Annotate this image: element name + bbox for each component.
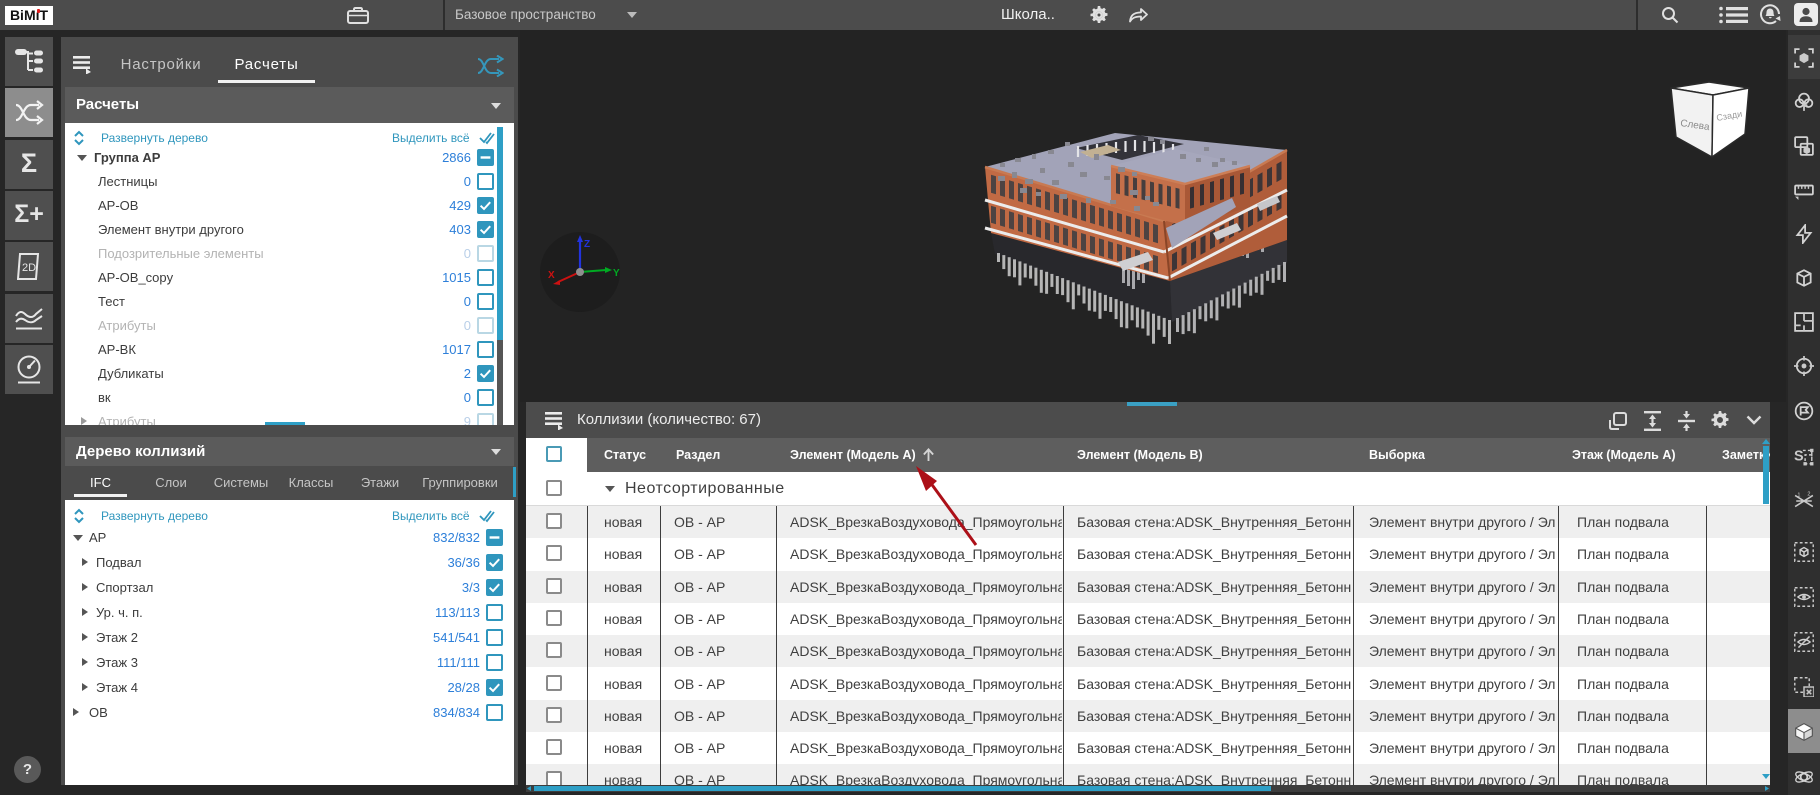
svg-text:S: S xyxy=(1794,448,1804,464)
svg-text:Z: Z xyxy=(584,239,590,250)
svg-text:Y: Y xyxy=(613,268,620,279)
svg-text:2D: 2D xyxy=(22,262,36,274)
svg-text:2: 2 xyxy=(1807,491,1810,497)
svg-text:1: 1 xyxy=(1797,493,1800,499)
svg-text:X: X xyxy=(548,270,555,281)
